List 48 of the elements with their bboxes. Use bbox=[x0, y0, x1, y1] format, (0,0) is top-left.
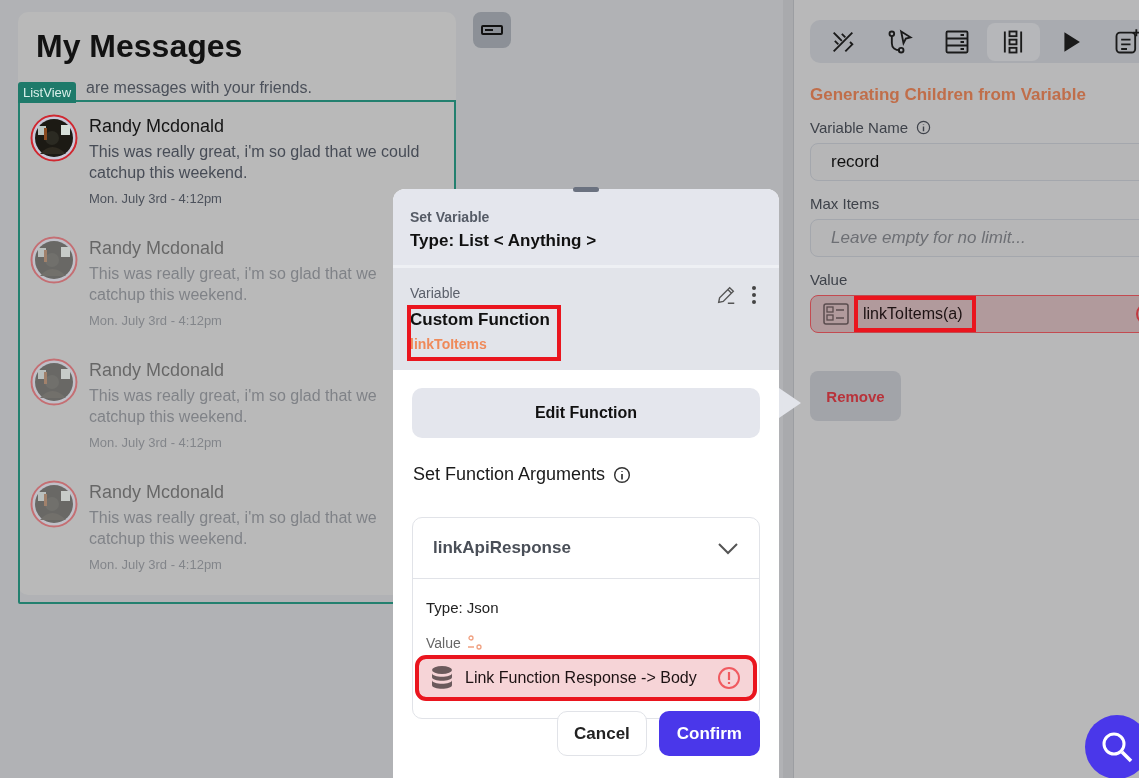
variable-name-field[interactable]: record bbox=[810, 143, 1139, 181]
page-title: My Messages bbox=[36, 28, 244, 65]
value-field[interactable]: linkToItems(a) bbox=[810, 295, 1139, 333]
popup-title: Type: List < Anything > bbox=[410, 231, 598, 251]
value-text: linkToItems(a) bbox=[857, 299, 973, 329]
input-icon bbox=[481, 25, 503, 35]
argument-name: linkApiResponse bbox=[433, 538, 571, 558]
section-heading: Generating Children from Variable bbox=[810, 85, 1087, 105]
argument-type: Type: Json bbox=[426, 599, 500, 616]
confirm-button[interactable]: Confirm bbox=[658, 711, 760, 756]
chevron-icon[interactable] bbox=[717, 541, 739, 555]
popup-subtitle: Set Variable bbox=[410, 209, 491, 225]
popover-arrow bbox=[779, 388, 803, 418]
field-label: Variable Name bbox=[810, 119, 909, 136]
field-label: Max Items bbox=[810, 195, 880, 212]
edit-icon[interactable] bbox=[715, 284, 737, 306]
message-text: This was really great, i'm so glad that we could catchup this weekend. bbox=[89, 142, 420, 183]
page-subtitle: are messages with your friends. bbox=[86, 79, 313, 97]
database-icon bbox=[431, 665, 453, 691]
message-time: Mon. July 3rd - 4:12pm bbox=[89, 191, 223, 206]
argument-value-field[interactable]: Link Function Response -> Body bbox=[418, 658, 754, 698]
sender-name: Randy Mcdonald bbox=[89, 482, 226, 503]
info-icon bbox=[916, 120, 932, 135]
sender-name: Randy Mcdonald bbox=[89, 238, 226, 259]
message-text: This was really great, i'm so glad that we catchup this weekend. bbox=[89, 508, 377, 549]
sender-name: Randy Mcdonald bbox=[89, 360, 226, 381]
cursor-path-icon bbox=[886, 27, 914, 56]
message-text: This was really great, i'm so glad that we catchup this weekend. bbox=[89, 386, 377, 427]
function-name: linkToItems bbox=[410, 336, 488, 352]
listview-tag: ListView bbox=[18, 82, 77, 103]
error-icon bbox=[717, 666, 741, 690]
variable-source: Custom Function bbox=[410, 310, 550, 330]
function-icon bbox=[823, 303, 849, 325]
cancel-button[interactable]: Cancel bbox=[557, 711, 647, 756]
max-items-field[interactable]: Leave empty for no limit... bbox=[810, 219, 1139, 257]
variable-label: Variable bbox=[410, 285, 461, 301]
value-label: Value bbox=[426, 635, 461, 651]
widget-button[interactable] bbox=[473, 12, 511, 48]
drag-handle[interactable] bbox=[573, 187, 599, 192]
panel-tab[interactable] bbox=[987, 22, 1040, 61]
edit-function-button[interactable]: Edit Function bbox=[412, 388, 760, 438]
info-icon bbox=[613, 465, 632, 484]
message-text: This was really great, i'm so glad that we catchup this weekend. bbox=[89, 264, 377, 305]
more-icon[interactable] bbox=[751, 285, 757, 305]
field-label: Value bbox=[810, 271, 848, 288]
section-title: Set Function Arguments bbox=[413, 464, 606, 485]
sender-name: Randy Mcdonald bbox=[89, 116, 226, 137]
link-icon bbox=[466, 635, 483, 651]
